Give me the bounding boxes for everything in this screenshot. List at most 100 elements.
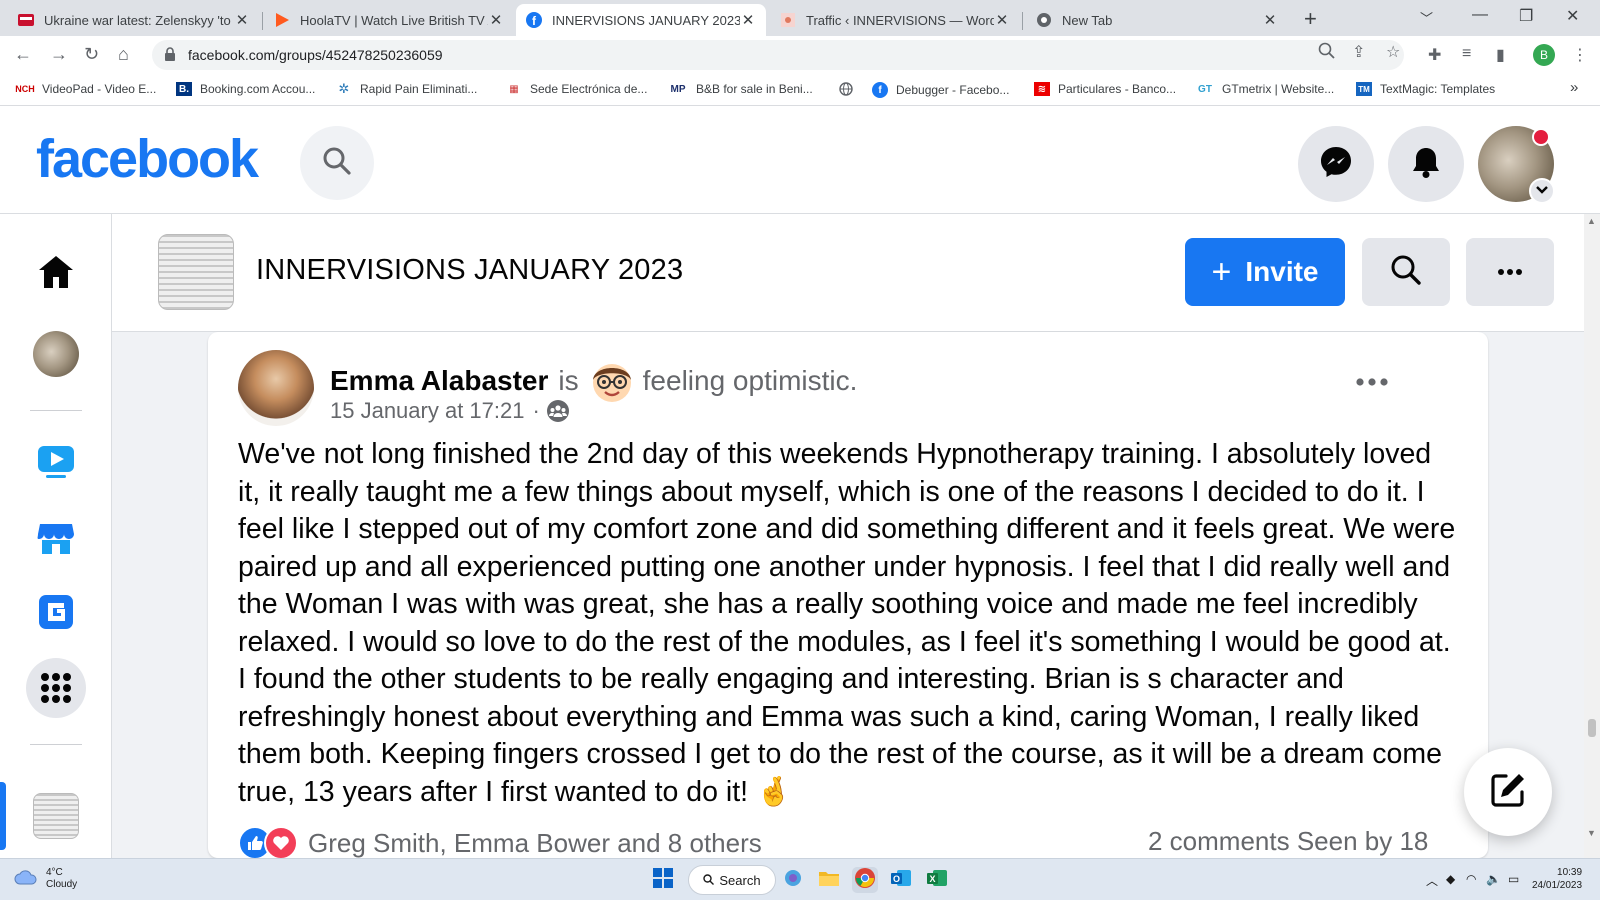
volume-icon[interactable]: 🔈	[1486, 872, 1501, 886]
browser-tab[interactable]: Traffic ‹ INNERVISIONS — WordP ✕	[770, 4, 1020, 36]
group-shortcut[interactable]	[26, 786, 86, 846]
profile-shortcut[interactable]	[26, 324, 86, 384]
reload-icon[interactable]: ↻	[84, 44, 99, 65]
browser-tab-strip: Ukraine war latest: Zelenskyy 'to ✕ Hool…	[0, 0, 1600, 36]
post-options-button[interactable]	[1356, 362, 1388, 393]
gaming-button[interactable]	[26, 584, 86, 644]
close-tab-icon[interactable]: ✕	[1262, 11, 1278, 29]
scroll-up-arrow-icon[interactable]: ▲	[1587, 216, 1596, 226]
bookmark-item[interactable]: GT GTmetrix | Website...	[1196, 82, 1334, 96]
reactions-summary[interactable]: Greg Smith, Emma Bower and 8 others	[238, 826, 762, 858]
bookmark-item[interactable]: f Debugger - Facebo...	[872, 82, 1009, 98]
outlook-taskbar-button[interactable]: O	[888, 867, 914, 893]
group-search-button[interactable]	[1362, 238, 1450, 306]
wifi-icon[interactable]: ◠	[1466, 872, 1476, 886]
app-icon-copilot[interactable]	[780, 867, 806, 893]
bookmark-star-icon[interactable]: ☆	[1386, 42, 1400, 62]
group-title[interactable]: INNERVISIONS JANUARY 2023	[256, 254, 683, 287]
close-tab-icon[interactable]: ✕	[234, 11, 250, 29]
browser-tab[interactable]: Ukraine war latest: Zelenskyy 'to ✕	[8, 4, 260, 36]
group-audience-icon[interactable]	[546, 399, 570, 423]
new-message-button[interactable]	[1464, 748, 1552, 836]
excel-taskbar-button[interactable]: X	[924, 867, 950, 893]
bookmark-item[interactable]	[838, 82, 862, 96]
url-text[interactable]: facebook.com/groups/452478250236059	[188, 47, 443, 63]
close-tab-icon[interactable]: ✕	[488, 11, 504, 29]
notifications-button[interactable]	[1388, 126, 1464, 202]
love-reaction-icon	[264, 826, 298, 858]
marketplace-button[interactable]	[26, 510, 86, 570]
back-arrow-icon[interactable]: ←	[14, 44, 32, 65]
home-icon[interactable]: ⌂	[118, 44, 129, 65]
page-scrollbar[interactable]: ▲ ▼	[1584, 214, 1600, 858]
author-avatar[interactable]	[238, 350, 314, 426]
zoom-icon[interactable]	[1318, 42, 1336, 65]
gaming-icon	[38, 594, 74, 635]
address-bar[interactable]: facebook.com/groups/452478250236059	[152, 40, 1404, 70]
play-icon	[274, 12, 290, 28]
facebook-logo[interactable]: facebook	[36, 128, 259, 190]
invite-button[interactable]: + Invite	[1185, 238, 1345, 306]
chrome-menu-icon[interactable]: ⋮	[1572, 45, 1588, 65]
grid-menu-icon	[26, 658, 86, 718]
lock-icon[interactable]	[164, 47, 176, 66]
watch-button[interactable]	[26, 434, 86, 494]
clock-time: 10:39	[1557, 867, 1583, 878]
author-name[interactable]: Emma Alabaster	[330, 365, 548, 397]
left-navigation-rail	[0, 214, 112, 858]
account-menu-button[interactable]	[1529, 178, 1555, 204]
group-cover-thumbnail[interactable]	[158, 234, 234, 310]
home-button[interactable]	[26, 244, 86, 304]
browser-tab[interactable]: New Tab ✕	[1026, 4, 1288, 36]
facebook-icon: f	[872, 82, 888, 98]
share-icon[interactable]: ⇪	[1352, 42, 1365, 62]
feeling-text: feeling optimistic.	[642, 365, 858, 396]
show-hidden-icons-chevron[interactable]: ︿	[1426, 872, 1438, 889]
bookmark-item[interactable]: B. Booking.com Accou...	[176, 82, 315, 96]
all-shortcuts-button[interactable]	[26, 658, 86, 718]
bookmarks-overflow-button[interactable]: »	[1570, 79, 1578, 96]
extensions-puzzle-icon[interactable]: ✚	[1428, 45, 1441, 65]
chrome-icon	[854, 867, 876, 894]
bookmark-item[interactable]: MP B&B for sale in Beni...	[668, 82, 813, 96]
bookmark-item[interactable]: ✲ Rapid Pain Eliminati...	[336, 81, 478, 96]
close-window-button[interactable]: ✕	[1566, 6, 1579, 26]
facebook-search-button[interactable]	[300, 126, 374, 200]
messenger-button[interactable]	[1298, 126, 1374, 202]
group-more-button[interactable]	[1466, 238, 1554, 306]
close-tab-icon[interactable]: ✕	[994, 11, 1010, 29]
side-panel-icon[interactable]: ▮	[1496, 45, 1505, 65]
bookmark-item[interactable]: TM TextMagic: Templates	[1356, 82, 1495, 96]
reading-list-icon[interactable]: ≡	[1462, 45, 1471, 63]
weather-widget[interactable]: 4°C Cloudy	[14, 867, 77, 891]
reactions-text[interactable]: Greg Smith, Emma Bower and 8 others	[308, 828, 762, 859]
new-tab-button[interactable]: +	[1304, 6, 1317, 32]
battery-icon[interactable]: ▭	[1508, 872, 1519, 886]
bookmark-item[interactable]: ▦ Sede Electrónica de...	[506, 82, 647, 96]
bookmark-item[interactable]: NCH VideoPad - Video E...	[15, 82, 156, 96]
taskbar-clock[interactable]: 10:39 24/01/2023	[1532, 866, 1582, 892]
file-explorer-button[interactable]	[816, 867, 842, 893]
taskbar-search[interactable]: Search	[688, 865, 776, 895]
chrome-taskbar-button[interactable]	[852, 867, 878, 893]
close-tab-icon[interactable]: ✕	[740, 11, 756, 29]
scrollbar-thumb[interactable]	[1588, 719, 1596, 737]
forward-arrow-icon[interactable]: →	[50, 44, 68, 65]
meta-separator: ·	[532, 398, 540, 423]
browser-tab-active[interactable]: f INNERVISIONS JANUARY 2023 | F ✕	[516, 4, 766, 36]
maximize-button[interactable]: ❐	[1519, 6, 1533, 26]
tab-search-chevron-icon[interactable]: ﹀	[1420, 8, 1433, 27]
start-button[interactable]	[650, 867, 676, 893]
weather-description: Cloudy	[46, 879, 78, 890]
browser-tab[interactable]: HoolaTV | Watch Live British TV A ✕	[264, 4, 514, 36]
dropbox-icon[interactable]: ◆	[1446, 872, 1455, 886]
facebook-icon: f	[526, 12, 542, 28]
profile-avatar[interactable]: B	[1533, 44, 1555, 66]
post-timestamp[interactable]: 15 January at 17:21	[330, 398, 524, 424]
scroll-down-arrow-icon[interactable]: ▼	[1587, 828, 1596, 838]
post-meta: 15 January at 17:21 ·	[330, 398, 570, 424]
comments-seen-info[interactable]: 2 comments Seen by 18	[1148, 826, 1428, 857]
bookmark-item[interactable]: ≋ Particulares - Banco...	[1034, 82, 1176, 96]
windows-logo-icon	[653, 867, 673, 893]
minimize-button[interactable]: —	[1472, 6, 1488, 24]
